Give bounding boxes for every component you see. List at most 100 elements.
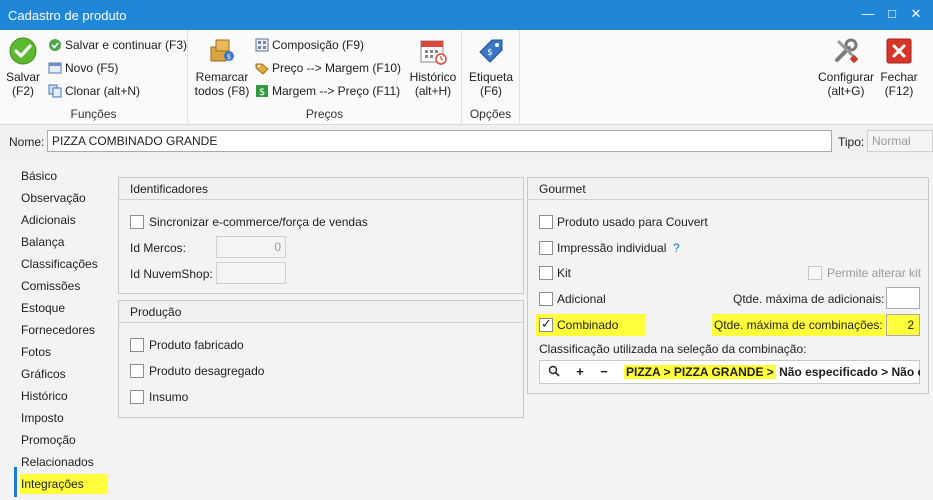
- save-continue-icon: [49, 39, 61, 51]
- combinado-checkbox[interactable]: [539, 316, 553, 332]
- nome-input[interactable]: PIZZA COMBINADO GRANDE: [47, 130, 832, 152]
- sidebar-item-balanca[interactable]: Balança: [21, 232, 64, 252]
- historico-button[interactable]: Histórico (alt+H): [406, 36, 460, 98]
- configurar-label-1: Configurar: [817, 70, 875, 84]
- path-rest: Não especificado > Não e: [775, 365, 920, 379]
- tipo-label: Tipo:: [838, 135, 865, 149]
- id-mercos-label: Id Mercos:: [130, 241, 187, 255]
- margem-preco-button[interactable]: $ Margem --> Preço (F11): [255, 82, 400, 100]
- boxes-price-icon: $: [210, 39, 234, 62]
- close-icon: [886, 38, 912, 64]
- salvar-label-1: Salvar: [5, 70, 40, 84]
- classificacao-path[interactable]: PIZZA > PIZZA GRANDE > Não especificado …: [624, 363, 920, 381]
- etiqueta-label-2: (F6): [480, 84, 502, 98]
- fechar-label-2: (F12): [884, 84, 914, 98]
- sidebar-item-imposto[interactable]: Imposto: [21, 408, 64, 428]
- qtde-max-combinacoes-input[interactable]: 2: [886, 314, 920, 336]
- permite-alterar-kit-checkbox[interactable]: [808, 266, 822, 280]
- adicional-checkbox[interactable]: [539, 292, 553, 306]
- ribbon-group-opcoes: $ Etiqueta (F6) Opções: [462, 30, 520, 125]
- novo-label: Novo (F5): [65, 61, 119, 75]
- qtde-max-adicionais-label: Qtde. máxima de adicionais:: [733, 292, 885, 306]
- gourmet-title: Gourmet: [528, 178, 928, 200]
- sidebar-item-comissoes[interactable]: Comissões: [21, 276, 80, 296]
- clonar-button[interactable]: Clonar (alt+N): [48, 82, 140, 100]
- kit-checkbox[interactable]: [539, 266, 553, 280]
- impressao-checkbox[interactable]: [539, 241, 553, 255]
- composicao-button[interactable]: Composição (F9): [255, 36, 364, 54]
- novo-button[interactable]: Novo (F5): [48, 59, 118, 77]
- couvert-checkbox[interactable]: [539, 215, 553, 229]
- preco-margem-button[interactable]: Preço --> Margem (F10): [255, 59, 401, 77]
- couvert-label: Produto usado para Couvert: [557, 215, 708, 229]
- search-icon[interactable]: [542, 361, 566, 383]
- qtde-max-adicionais-input[interactable]: [886, 287, 920, 309]
- salvar-continuar-button[interactable]: Salvar e continuar (F3): [48, 36, 187, 54]
- id-nuvemshop-input[interactable]: [216, 262, 286, 284]
- id-nuvemshop-label: Id NuvemShop:: [130, 267, 213, 281]
- insumo-label: Insumo: [149, 390, 189, 404]
- sidebar-item-classificacoes[interactable]: Classificações: [21, 254, 98, 274]
- add-classificacao-button[interactable]: +: [568, 361, 592, 383]
- impressao-label: Impressão individual: [557, 241, 667, 255]
- composition-icon: [255, 38, 269, 52]
- fabricado-checkbox[interactable]: [130, 338, 144, 352]
- help-icon[interactable]: ?: [673, 241, 680, 255]
- insumo-checkbox[interactable]: [130, 390, 144, 404]
- clone-icon: [48, 84, 62, 98]
- id-mercos-input[interactable]: 0: [216, 236, 286, 258]
- sidebar-item-adicionais[interactable]: Adicionais: [21, 210, 76, 230]
- identificadores-panel: Identificadores Sincronizar e-commerce/f…: [118, 177, 524, 294]
- configurar-label-2: (alt+G): [827, 84, 865, 98]
- sidebar-item-estoque[interactable]: Estoque: [21, 298, 65, 318]
- ribbon-toolbar: Salvar (F2) Salvar e continuar (F3) Novo…: [0, 30, 933, 125]
- maximize-button[interactable]: □: [884, 6, 900, 22]
- tools-icon: [835, 38, 859, 64]
- sidebar-item-observacao[interactable]: Observação: [21, 188, 86, 208]
- classificacao-label: Classificação utilizada na seleção da co…: [539, 342, 807, 356]
- dollar-icon: $: [256, 85, 268, 98]
- close-window-button[interactable]: ✕: [908, 6, 924, 22]
- classificacao-path-bar: + − PIZZA > PIZZA GRANDE > Não especific…: [539, 360, 920, 384]
- qtde-max-combinacoes-label: Qtde. máxima de combinações:: [712, 314, 885, 336]
- opcoes-group-label: Opções: [469, 107, 512, 121]
- active-nav-marker: [14, 467, 17, 497]
- sincronizar-checkbox[interactable]: [130, 215, 144, 229]
- sidebar-item-relacionados[interactable]: Relacionados: [21, 452, 94, 472]
- sidebar-item-graficos[interactable]: Gráficos: [21, 364, 66, 384]
- salvar-button[interactable]: Salvar (F2): [4, 36, 42, 98]
- salvar-continuar-label: Salvar e continuar (F3): [65, 38, 188, 52]
- salvar-label-2: (F2): [12, 84, 34, 98]
- desagregado-checkbox[interactable]: [130, 364, 144, 378]
- configurar-button[interactable]: Configurar (alt+G): [816, 36, 876, 98]
- sidebar-item-basico[interactable]: Básico: [21, 166, 57, 186]
- composicao-label: Composição (F9): [272, 38, 365, 52]
- svg-text:$: $: [259, 87, 265, 98]
- sidebar-item-promocao[interactable]: Promoção: [21, 430, 76, 450]
- label-tag-icon: $: [479, 39, 503, 63]
- preco-margem-label: Preço --> Margem (F10): [272, 61, 402, 75]
- fechar-button[interactable]: Fechar (F12): [878, 36, 920, 98]
- historico-label-2: (alt+H): [414, 84, 452, 98]
- adicional-label: Adicional: [557, 292, 606, 306]
- remarcar-button[interactable]: $ Remarcar todos (F8): [194, 36, 250, 98]
- path-selected: PIZZA > PIZZA GRANDE >: [624, 365, 776, 379]
- remove-classificacao-button[interactable]: −: [592, 361, 616, 383]
- fabricado-label: Produto fabricado: [149, 338, 244, 352]
- title-bar: Cadastro de produto — □ ✕: [0, 0, 933, 30]
- etiqueta-button[interactable]: $ Etiqueta (F6): [466, 36, 516, 98]
- new-document-icon: [48, 62, 62, 74]
- ribbon-group-precos: $ Remarcar todos (F8) Composição (F9) Pr…: [188, 30, 462, 125]
- margem-preco-label: Margem --> Preço (F11): [272, 84, 401, 98]
- combinado-label: Combinado: [557, 318, 619, 332]
- calendar-icon: [420, 40, 447, 65]
- sidebar-item-fornecedores[interactable]: Fornecedores: [21, 320, 95, 340]
- sidebar-item-integracoes[interactable]: Integrações: [20, 474, 108, 494]
- sidebar-item-fotos[interactable]: Fotos: [21, 342, 51, 362]
- price-tag-icon: [255, 63, 269, 75]
- fechar-label-1: Fechar: [880, 70, 918, 84]
- sidebar-item-historico[interactable]: Histórico: [21, 386, 68, 406]
- tipo-select[interactable]: Normal: [867, 130, 933, 152]
- clonar-label: Clonar (alt+N): [65, 84, 141, 98]
- minimize-button[interactable]: —: [860, 6, 876, 22]
